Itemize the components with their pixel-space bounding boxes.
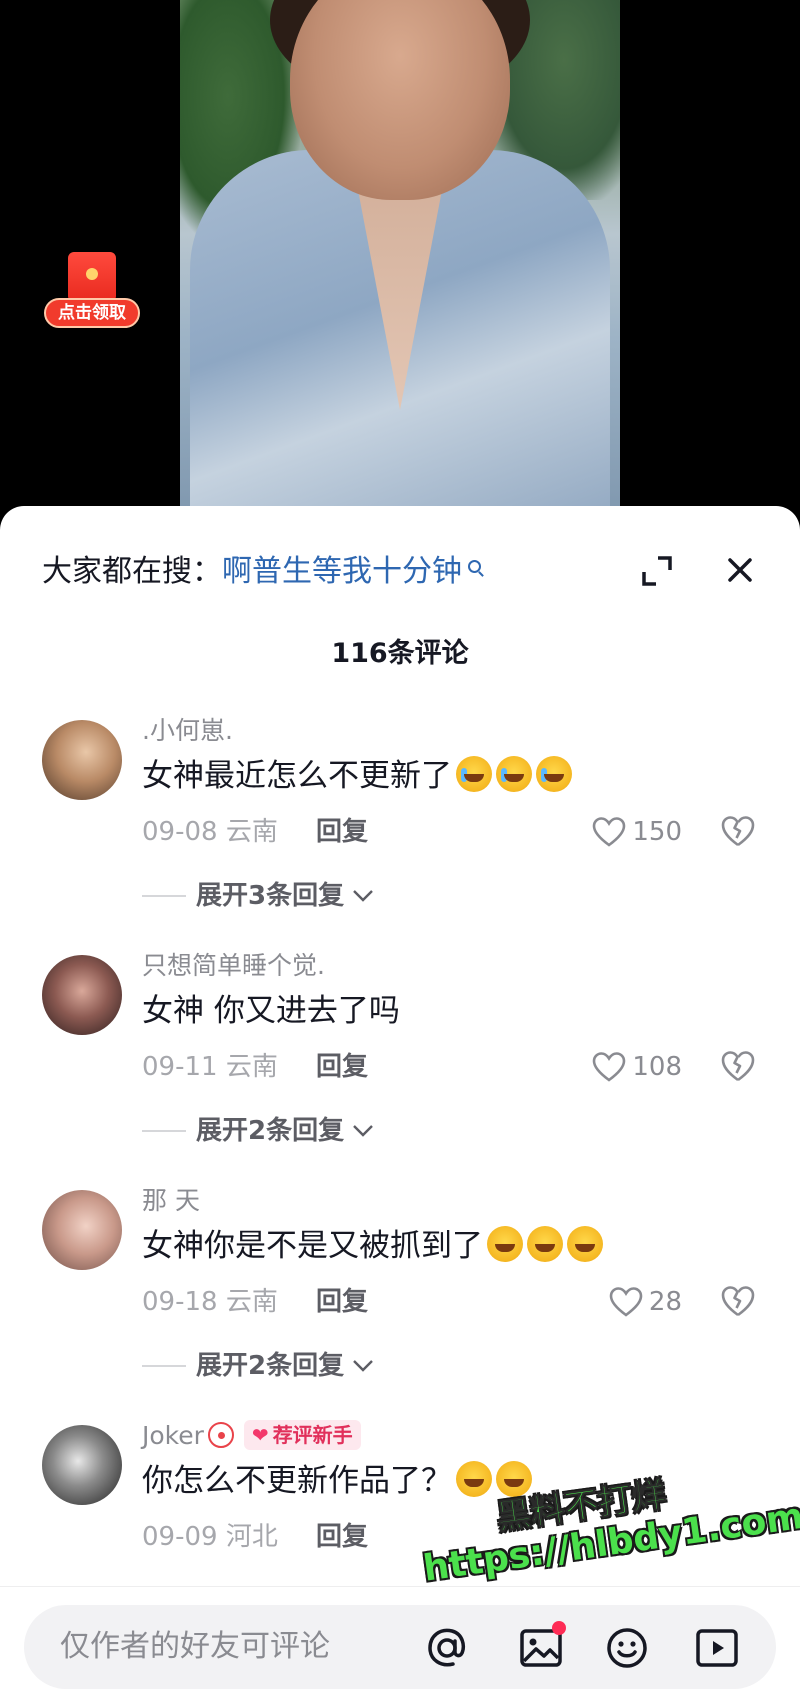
at-mention-icon[interactable] <box>422 1623 472 1673</box>
comment-input[interactable]: 仅作者的好友可评论 <box>24 1605 776 1689</box>
search-icon <box>468 560 481 573</box>
comment-username[interactable]: .小何崽. <box>142 714 233 748</box>
search-suggestion[interactable]: 大家都在搜：啊普生等我十分钟 <box>42 552 481 592</box>
like-count: 150 <box>632 817 682 847</box>
broken-heart-icon[interactable] <box>720 814 756 848</box>
like-button[interactable]: 108 <box>592 1047 682 1087</box>
divider-line <box>142 895 186 897</box>
comment-text-body: 女神 你又进去了吗 <box>142 993 400 1029</box>
comment-item: 那 天 女神你是不是又被抓到了 09-18 云南 回复 28 展开2条回复 <box>0 1184 800 1414</box>
comment-item: .小何崽. 女神最近怎么不更新了 09-08 云南 回复 150 展开3条回复 <box>0 714 800 944</box>
emo-face-icon <box>567 1226 603 1262</box>
expand-replies-button[interactable]: 展开2条回复 <box>142 1113 374 1149</box>
watermark-char: 烊 <box>629 1474 669 1520</box>
comment-meta: 09-11 云南 <box>142 1049 278 1085</box>
heart-icon <box>609 1287 643 1317</box>
heart-icon <box>593 1052 626 1082</box>
red-packet-button[interactable]: 点击领取 <box>44 252 140 340</box>
crying-face-icon <box>456 756 492 792</box>
search-query-link[interactable]: 啊普生等我十分钟 <box>222 554 462 589</box>
crying-face-icon <box>536 756 572 792</box>
recommended-commenter-badge: ❤ 荐评新手 <box>243 1420 361 1450</box>
like-button[interactable]: 150 <box>592 812 682 852</box>
avatar[interactable] <box>42 1425 122 1505</box>
expand-replies-button[interactable]: 展开2条回复 <box>142 1348 374 1384</box>
comment-username[interactable]: 那 天 <box>142 1184 200 1218</box>
badge-label: 荐评新手 <box>272 1423 353 1447</box>
comment-text-body: 你怎么不更新作品了？ <box>142 1463 452 1499</box>
expand-replies-label: 展开2条回复 <box>196 1351 345 1381</box>
comment-username-text: Joker <box>142 1421 204 1450</box>
reply-button[interactable]: 回复 <box>316 1284 368 1320</box>
search-prefix: 大家都在搜： <box>42 554 222 589</box>
video-player[interactable]: 点击领取 <box>0 0 800 520</box>
broken-heart-icon[interactable] <box>720 1284 756 1318</box>
reply-button[interactable]: 回复 <box>316 814 368 850</box>
comment-text-body: 女神你是不是又被抓到了 <box>142 1228 483 1264</box>
clown-face-icon <box>207 1422 234 1448</box>
watermark-char: 料 <box>528 1488 568 1534</box>
reply-button[interactable]: 回复 <box>316 1049 368 1085</box>
expand-replies-label: 展开2条回复 <box>196 1116 345 1146</box>
divider-line <box>142 1130 186 1132</box>
divider-line <box>142 1365 186 1367</box>
comment-count-title: 116条评论 <box>331 638 469 669</box>
expand-replies-label: 展开3条回复 <box>196 881 345 911</box>
comment-date: 09-09 <box>142 1522 218 1552</box>
emo-face-icon <box>527 1226 563 1262</box>
comment-text: 女神最近怎么不更新了 <box>142 754 572 798</box>
red-envelope-icon <box>68 252 116 302</box>
comment-input-bar: 仅作者的好友可评论 <box>0 1586 800 1703</box>
comment-meta: 09-18 云南 <box>142 1284 278 1320</box>
emo-face-icon <box>487 1226 523 1262</box>
avatar[interactable] <box>42 955 122 1035</box>
comment-date: 09-08 <box>142 817 218 847</box>
comment-username[interactable]: 只想简单睡个觉. <box>142 949 325 983</box>
comment-meta: 09-08 云南 <box>142 814 278 850</box>
video-frame <box>180 0 620 520</box>
crying-face-icon <box>496 756 532 792</box>
comment-text-body: 女神最近怎么不更新了 <box>142 758 452 794</box>
red-packet-label: 点击领取 <box>44 298 140 328</box>
comment-location: 云南 <box>225 817 278 847</box>
emoji-icon[interactable] <box>602 1623 652 1673</box>
reply-button[interactable]: 回复 <box>316 1519 368 1555</box>
heart-badge-icon: ❤ <box>251 1423 269 1447</box>
chevron-down-icon <box>353 1360 373 1372</box>
comment-meta: 09-09 河北 <box>142 1519 278 1555</box>
like-button[interactable]: 28 <box>609 1282 682 1322</box>
comment-date: 09-18 <box>142 1287 218 1317</box>
video-play-icon[interactable] <box>692 1623 742 1673</box>
face <box>290 0 510 200</box>
bottom-indicator <box>90 1696 710 1700</box>
like-count: 108 <box>632 1052 682 1082</box>
watermark-char: 打 <box>595 1479 635 1524</box>
comment-location: 云南 <box>225 1052 278 1082</box>
comment-location: 河北 <box>225 1522 278 1552</box>
comment-location: 云南 <box>225 1287 278 1317</box>
like-count: 28 <box>648 1287 682 1317</box>
comment-input-placeholder: 仅作者的好友可评论 <box>60 1629 330 1664</box>
close-icon[interactable] <box>722 552 758 588</box>
comment-username[interactable]: Joker ❤ 荐评新手 <box>142 1419 361 1453</box>
avatar[interactable] <box>42 1190 122 1270</box>
watermark-char: 黑 <box>494 1493 534 1538</box>
expand-icon[interactable] <box>640 554 674 588</box>
expand-replies-button[interactable]: 展开3条回复 <box>142 878 374 914</box>
comment-text: 女神你是不是又被抓到了 <box>142 1224 603 1268</box>
avatar[interactable] <box>42 720 122 800</box>
heart-icon <box>593 817 626 847</box>
chevron-down-icon <box>353 1125 373 1137</box>
notification-dot <box>552 1621 566 1635</box>
watermark-char: 不 <box>561 1484 602 1529</box>
broken-heart-icon[interactable] <box>720 1049 756 1083</box>
chevron-down-icon <box>353 890 373 902</box>
comment-item: 只想简单睡个觉. 女神 你又进去了吗 09-11 云南 回复 108 展开2条回… <box>0 949 800 1179</box>
comment-text: 女神 你又进去了吗 <box>142 989 400 1033</box>
comment-date: 09-11 <box>142 1052 218 1082</box>
